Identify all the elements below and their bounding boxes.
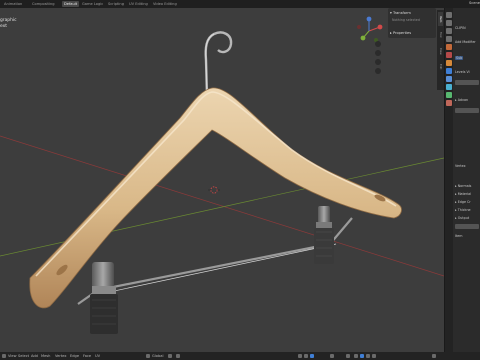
tab-tool[interactable]: Tool xyxy=(438,28,443,42)
face-select-icon[interactable] xyxy=(310,354,314,358)
zoom-icon[interactable] xyxy=(375,41,381,47)
object-data-icon[interactable] xyxy=(446,92,452,98)
output-icon[interactable] xyxy=(446,28,452,34)
transform-orientation-select[interactable]: Global xyxy=(152,353,163,359)
scene-selector[interactable]: Scene xyxy=(469,1,480,5)
3d-viewport[interactable]: graphic ext xyxy=(0,8,444,352)
menu-face[interactable]: Face xyxy=(83,353,91,359)
shading-solid-icon[interactable] xyxy=(360,354,364,358)
tool-icon[interactable] xyxy=(446,12,452,18)
scene-icon[interactable] xyxy=(446,44,452,50)
tab-scripting[interactable]: Scripting xyxy=(106,1,126,7)
overlays-icon[interactable] xyxy=(330,354,334,358)
viewport-header-bar: View Select Add Mesh Vertex Edge Face UV… xyxy=(0,352,480,360)
nothing-selected-text: Nothing selected xyxy=(392,18,420,22)
menu-select[interactable]: Select xyxy=(18,353,29,359)
advanced-subpanel[interactable]: ▸ Advan xyxy=(455,98,468,102)
hand-pan-icon[interactable] xyxy=(375,50,381,56)
properties-editor: CLIPIN Add Modifier Sub Levels Vi ▸ Adva… xyxy=(444,8,480,352)
edge-select-icon[interactable] xyxy=(304,354,308,358)
item-label: Item xyxy=(455,234,463,238)
snap-icon[interactable] xyxy=(176,354,180,358)
grid-ortho-icon[interactable] xyxy=(375,68,381,74)
object-icon[interactable] xyxy=(446,60,452,66)
add-modifier-button[interactable]: Add Modifier xyxy=(455,40,476,44)
object-name-label[interactable]: CLIPIN xyxy=(455,26,466,30)
section-thickness[interactable]: ▸ Thickne xyxy=(455,208,471,212)
editor-type-icon[interactable] xyxy=(2,354,6,358)
menu-edge[interactable]: Edge xyxy=(70,353,79,359)
properties-panel-header[interactable]: ▸ Properties xyxy=(390,30,434,36)
orientation-icon[interactable] xyxy=(146,354,150,358)
tab-animation[interactable]: Animation xyxy=(2,1,24,7)
tab-game-logic[interactable]: Game Logic xyxy=(80,1,105,7)
view-layer-icon[interactable] xyxy=(446,36,452,42)
sidebar-n-panel: ▾ Transform Nothing selected ▸ Propertie… xyxy=(388,8,436,38)
left-clip xyxy=(90,262,118,334)
hanger-hook xyxy=(204,31,233,97)
world-icon[interactable] xyxy=(446,52,452,58)
xray-icon[interactable] xyxy=(346,354,350,358)
tab-view[interactable]: View xyxy=(438,44,443,58)
tab-item[interactable]: Item xyxy=(438,12,443,26)
shading-material-icon[interactable] xyxy=(366,354,370,358)
workspace-tabs-bar: Animation Compositing Default Game Logic… xyxy=(0,0,480,8)
tab-video-editing[interactable]: Video Editing xyxy=(151,1,179,7)
transform-panel-header[interactable]: ▾ Transform xyxy=(390,10,434,16)
section-normals[interactable]: ▸ Normals xyxy=(455,184,471,188)
material-icon[interactable] xyxy=(446,100,452,106)
menu-vertex[interactable]: Vertex xyxy=(55,353,67,359)
tab-default[interactable]: Default xyxy=(62,1,80,7)
wrench-modifier-icon[interactable] xyxy=(446,68,452,74)
output-field[interactable] xyxy=(455,224,479,229)
right-clip xyxy=(314,206,334,264)
camera-icon[interactable] xyxy=(375,59,381,65)
modifier-subdivision-header[interactable]: Sub xyxy=(455,56,464,60)
n-panel-tabs: Item Tool View Edit xyxy=(437,10,444,90)
advanced-field[interactable] xyxy=(455,108,479,113)
menu-view[interactable]: View xyxy=(8,353,17,359)
menu-uv[interactable]: UV xyxy=(95,353,100,359)
render-icon[interactable] xyxy=(446,20,452,26)
section-edge-crease[interactable]: ▸ Edge Cr xyxy=(455,200,471,204)
properties-search-icon[interactable] xyxy=(432,354,436,358)
properties-tab-icons xyxy=(445,8,453,352)
levels-viewport-label: Levels Vi xyxy=(455,70,470,74)
section-material[interactable]: ▸ Material xyxy=(455,192,471,196)
section-output[interactable]: ▸ Output xyxy=(455,216,469,220)
shading-rendered-icon[interactable] xyxy=(372,354,376,358)
wooden-hanger-body xyxy=(29,87,402,309)
vertex-label: Vertex xyxy=(455,164,466,168)
tab-edit[interactable]: Edit xyxy=(438,60,443,74)
levels-viewport-field[interactable] xyxy=(455,80,479,85)
viewport-info-text: graphic ext xyxy=(0,18,17,30)
tab-compositing[interactable]: Compositing xyxy=(30,1,57,7)
view-label-line-2: ext xyxy=(0,24,7,29)
tab-uv-editing[interactable]: UV Editing xyxy=(127,1,150,7)
physics-icon[interactable] xyxy=(446,84,452,90)
pivot-icon[interactable] xyxy=(168,354,172,358)
vertex-select-icon[interactable] xyxy=(298,354,302,358)
3d-cursor[interactable] xyxy=(208,186,220,194)
pant-bar xyxy=(77,217,353,305)
shading-wire-icon[interactable] xyxy=(354,354,358,358)
menu-add[interactable]: Add xyxy=(31,353,38,359)
particles-icon[interactable] xyxy=(446,76,452,82)
menu-mesh[interactable]: Mesh xyxy=(41,353,50,359)
